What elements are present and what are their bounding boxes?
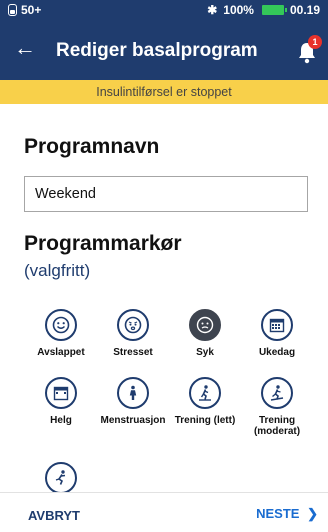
marker-weekday[interactable]: Ukedag: [237, 309, 317, 358]
exercise-intense-icon: [45, 462, 77, 494]
marker-label: Avslappet: [37, 347, 85, 358]
marker-label: Menstruasjon: [100, 415, 166, 426]
notification-badge: 1: [308, 35, 322, 49]
marker-label: Syk: [196, 347, 214, 358]
page-title: Rediger basalprogram: [56, 40, 258, 61]
next-button[interactable]: NESTE ❯: [256, 506, 318, 522]
program-name-input[interactable]: [24, 176, 308, 212]
optional-hint: (valgfritt): [24, 261, 91, 280]
marker-weekend[interactable]: Helg: [21, 377, 101, 426]
next-label: NESTE: [256, 506, 300, 521]
signal-text: 50+: [21, 3, 42, 17]
chevron-right-icon: ❯: [307, 506, 318, 521]
marker-label: Ukedag: [258, 347, 296, 358]
marker-sick[interactable]: Syk: [165, 309, 245, 358]
marker-stressed[interactable]: Stresset: [93, 309, 173, 358]
battery-percent: 100%: [223, 3, 254, 17]
marker-label: Trening (lett): [174, 415, 236, 426]
back-arrow-icon[interactable]: ←: [14, 36, 36, 60]
marker-menstruation[interactable]: Menstruasjon: [93, 377, 173, 426]
stressed-face-icon: [117, 309, 149, 341]
program-name-heading: Programnavn: [24, 135, 160, 158]
exercise-moderate-icon: [261, 377, 293, 409]
marker-label: Trening (moderat): [253, 415, 301, 437]
status-bar: 50+ ✱ 100% 00.19: [0, 0, 328, 20]
marker-label: Stresset: [113, 347, 153, 358]
battery-icon: [261, 5, 287, 15]
relaxed-face-icon: [45, 309, 77, 341]
clock-time: 00.19: [289, 3, 320, 17]
bottom-action-bar: AVBRYT NESTE ❯: [0, 492, 328, 532]
program-marker-heading: Programmarkør: [24, 232, 182, 255]
bluetooth-icon: ✱: [207, 3, 218, 17]
cancel-button[interactable]: AVBRYT: [28, 508, 80, 523]
status-right: ✱ 100% 00.19: [207, 3, 320, 17]
sick-face-icon: [189, 309, 221, 341]
status-left: 50+: [8, 3, 41, 17]
menstruation-icon: [117, 377, 149, 409]
app-bar: ← Rediger basalprogram 1: [0, 20, 328, 80]
marker-exercise-light[interactable]: Trening (lett): [165, 377, 245, 426]
insulin-stopped-banner: Insulintilførsel er stoppet: [0, 80, 328, 104]
exercise-light-icon: [189, 377, 221, 409]
pump-reservoir-icon: [8, 4, 17, 16]
calendar-weekend-icon: [45, 377, 77, 409]
marker-label: Helg: [50, 415, 72, 426]
marker-exercise-moderate[interactable]: Trening (moderat): [237, 377, 317, 437]
calendar-week-icon: [261, 309, 293, 341]
marker-exercise-intense[interactable]: [21, 462, 101, 494]
marker-relaxed[interactable]: Avslappet: [21, 309, 101, 358]
